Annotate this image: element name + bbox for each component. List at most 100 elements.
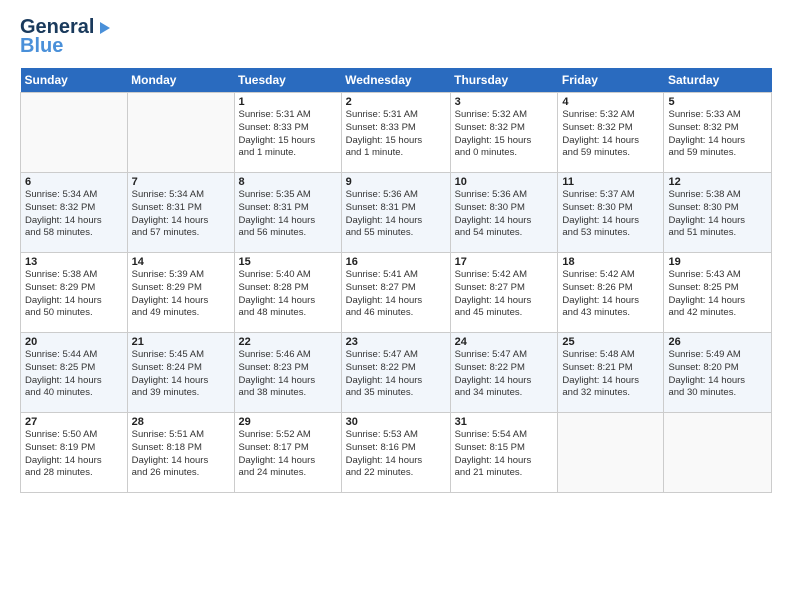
day-info: Sunrise: 5:40 AM Sunset: 8:28 PM Dayligh…	[239, 269, 337, 320]
day-cell	[558, 413, 664, 493]
day-cell: 17Sunrise: 5:42 AM Sunset: 8:27 PM Dayli…	[450, 253, 558, 333]
day-number: 11	[562, 176, 659, 188]
day-info: Sunrise: 5:45 AM Sunset: 8:24 PM Dayligh…	[132, 349, 230, 400]
day-number: 3	[455, 96, 554, 108]
day-number: 13	[25, 256, 123, 268]
day-cell: 21Sunrise: 5:45 AM Sunset: 8:24 PM Dayli…	[127, 333, 234, 413]
week-row-3: 13Sunrise: 5:38 AM Sunset: 8:29 PM Dayli…	[21, 253, 772, 333]
day-cell: 2Sunrise: 5:31 AM Sunset: 8:33 PM Daylig…	[341, 93, 450, 173]
day-number: 14	[132, 256, 230, 268]
day-number: 10	[455, 176, 554, 188]
day-info: Sunrise: 5:43 AM Sunset: 8:25 PM Dayligh…	[668, 269, 767, 320]
day-info: Sunrise: 5:35 AM Sunset: 8:31 PM Dayligh…	[239, 189, 337, 240]
day-cell: 22Sunrise: 5:46 AM Sunset: 8:23 PM Dayli…	[234, 333, 341, 413]
day-cell: 29Sunrise: 5:52 AM Sunset: 8:17 PM Dayli…	[234, 413, 341, 493]
day-info: Sunrise: 5:36 AM Sunset: 8:31 PM Dayligh…	[346, 189, 446, 240]
day-info: Sunrise: 5:32 AM Sunset: 8:32 PM Dayligh…	[455, 109, 554, 160]
day-info: Sunrise: 5:37 AM Sunset: 8:30 PM Dayligh…	[562, 189, 659, 240]
day-info: Sunrise: 5:38 AM Sunset: 8:29 PM Dayligh…	[25, 269, 123, 320]
day-cell: 26Sunrise: 5:49 AM Sunset: 8:20 PM Dayli…	[664, 333, 772, 413]
day-number: 9	[346, 176, 446, 188]
day-number: 24	[455, 336, 554, 348]
logo-arrow-icon	[96, 19, 114, 37]
day-cell: 8Sunrise: 5:35 AM Sunset: 8:31 PM Daylig…	[234, 173, 341, 253]
week-row-5: 27Sunrise: 5:50 AM Sunset: 8:19 PM Dayli…	[21, 413, 772, 493]
day-cell: 14Sunrise: 5:39 AM Sunset: 8:29 PM Dayli…	[127, 253, 234, 333]
day-number: 18	[562, 256, 659, 268]
day-info: Sunrise: 5:44 AM Sunset: 8:25 PM Dayligh…	[25, 349, 123, 400]
day-info: Sunrise: 5:34 AM Sunset: 8:31 PM Dayligh…	[132, 189, 230, 240]
day-cell: 31Sunrise: 5:54 AM Sunset: 8:15 PM Dayli…	[450, 413, 558, 493]
week-row-2: 6Sunrise: 5:34 AM Sunset: 8:32 PM Daylig…	[21, 173, 772, 253]
col-header-wednesday: Wednesday	[341, 68, 450, 93]
day-number: 6	[25, 176, 123, 188]
day-info: Sunrise: 5:46 AM Sunset: 8:23 PM Dayligh…	[239, 349, 337, 400]
header: General Blue	[20, 16, 772, 58]
week-row-4: 20Sunrise: 5:44 AM Sunset: 8:25 PM Dayli…	[21, 333, 772, 413]
day-info: Sunrise: 5:53 AM Sunset: 8:16 PM Dayligh…	[346, 429, 446, 480]
day-cell: 7Sunrise: 5:34 AM Sunset: 8:31 PM Daylig…	[127, 173, 234, 253]
day-cell: 28Sunrise: 5:51 AM Sunset: 8:18 PM Dayli…	[127, 413, 234, 493]
day-number: 8	[239, 176, 337, 188]
day-info: Sunrise: 5:54 AM Sunset: 8:15 PM Dayligh…	[455, 429, 554, 480]
day-info: Sunrise: 5:38 AM Sunset: 8:30 PM Dayligh…	[668, 189, 767, 240]
day-number: 15	[239, 256, 337, 268]
day-cell: 11Sunrise: 5:37 AM Sunset: 8:30 PM Dayli…	[558, 173, 664, 253]
day-cell: 3Sunrise: 5:32 AM Sunset: 8:32 PM Daylig…	[450, 93, 558, 173]
col-header-monday: Monday	[127, 68, 234, 93]
calendar-header-row: SundayMondayTuesdayWednesdayThursdayFrid…	[21, 68, 772, 93]
week-row-1: 1Sunrise: 5:31 AM Sunset: 8:33 PM Daylig…	[21, 93, 772, 173]
day-info: Sunrise: 5:32 AM Sunset: 8:32 PM Dayligh…	[562, 109, 659, 160]
day-cell: 1Sunrise: 5:31 AM Sunset: 8:33 PM Daylig…	[234, 93, 341, 173]
day-number: 5	[668, 96, 767, 108]
day-number: 30	[346, 416, 446, 428]
day-cell: 12Sunrise: 5:38 AM Sunset: 8:30 PM Dayli…	[664, 173, 772, 253]
col-header-tuesday: Tuesday	[234, 68, 341, 93]
day-info: Sunrise: 5:47 AM Sunset: 8:22 PM Dayligh…	[455, 349, 554, 400]
day-cell: 10Sunrise: 5:36 AM Sunset: 8:30 PM Dayli…	[450, 173, 558, 253]
calendar: SundayMondayTuesdayWednesdayThursdayFrid…	[20, 68, 772, 493]
day-cell: 23Sunrise: 5:47 AM Sunset: 8:22 PM Dayli…	[341, 333, 450, 413]
day-number: 4	[562, 96, 659, 108]
col-header-thursday: Thursday	[450, 68, 558, 93]
day-cell: 20Sunrise: 5:44 AM Sunset: 8:25 PM Dayli…	[21, 333, 128, 413]
day-info: Sunrise: 5:39 AM Sunset: 8:29 PM Dayligh…	[132, 269, 230, 320]
day-number: 16	[346, 256, 446, 268]
day-number: 1	[239, 96, 337, 108]
day-info: Sunrise: 5:36 AM Sunset: 8:30 PM Dayligh…	[455, 189, 554, 240]
day-cell: 24Sunrise: 5:47 AM Sunset: 8:22 PM Dayli…	[450, 333, 558, 413]
day-info: Sunrise: 5:51 AM Sunset: 8:18 PM Dayligh…	[132, 429, 230, 480]
day-info: Sunrise: 5:49 AM Sunset: 8:20 PM Dayligh…	[668, 349, 767, 400]
day-info: Sunrise: 5:31 AM Sunset: 8:33 PM Dayligh…	[346, 109, 446, 160]
day-info: Sunrise: 5:42 AM Sunset: 8:26 PM Dayligh…	[562, 269, 659, 320]
day-number: 20	[25, 336, 123, 348]
day-cell: 25Sunrise: 5:48 AM Sunset: 8:21 PM Dayli…	[558, 333, 664, 413]
day-number: 2	[346, 96, 446, 108]
day-info: Sunrise: 5:34 AM Sunset: 8:32 PM Dayligh…	[25, 189, 123, 240]
day-cell	[21, 93, 128, 173]
day-number: 7	[132, 176, 230, 188]
day-number: 31	[455, 416, 554, 428]
col-header-sunday: Sunday	[21, 68, 128, 93]
logo: General Blue	[20, 16, 114, 58]
day-cell: 6Sunrise: 5:34 AM Sunset: 8:32 PM Daylig…	[21, 173, 128, 253]
day-info: Sunrise: 5:31 AM Sunset: 8:33 PM Dayligh…	[239, 109, 337, 160]
page: General Blue SundayMondayTuesdayWednesda…	[0, 0, 792, 503]
day-number: 29	[239, 416, 337, 428]
day-cell	[664, 413, 772, 493]
day-info: Sunrise: 5:41 AM Sunset: 8:27 PM Dayligh…	[346, 269, 446, 320]
day-number: 27	[25, 416, 123, 428]
day-cell: 27Sunrise: 5:50 AM Sunset: 8:19 PM Dayli…	[21, 413, 128, 493]
day-number: 25	[562, 336, 659, 348]
day-info: Sunrise: 5:47 AM Sunset: 8:22 PM Dayligh…	[346, 349, 446, 400]
day-info: Sunrise: 5:50 AM Sunset: 8:19 PM Dayligh…	[25, 429, 123, 480]
day-info: Sunrise: 5:42 AM Sunset: 8:27 PM Dayligh…	[455, 269, 554, 320]
day-cell: 4Sunrise: 5:32 AM Sunset: 8:32 PM Daylig…	[558, 93, 664, 173]
day-info: Sunrise: 5:52 AM Sunset: 8:17 PM Dayligh…	[239, 429, 337, 480]
day-cell: 13Sunrise: 5:38 AM Sunset: 8:29 PM Dayli…	[21, 253, 128, 333]
day-info: Sunrise: 5:33 AM Sunset: 8:32 PM Dayligh…	[668, 109, 767, 160]
logo-general: General	[20, 16, 94, 38]
day-cell: 15Sunrise: 5:40 AM Sunset: 8:28 PM Dayli…	[234, 253, 341, 333]
day-info: Sunrise: 5:48 AM Sunset: 8:21 PM Dayligh…	[562, 349, 659, 400]
day-cell: 18Sunrise: 5:42 AM Sunset: 8:26 PM Dayli…	[558, 253, 664, 333]
